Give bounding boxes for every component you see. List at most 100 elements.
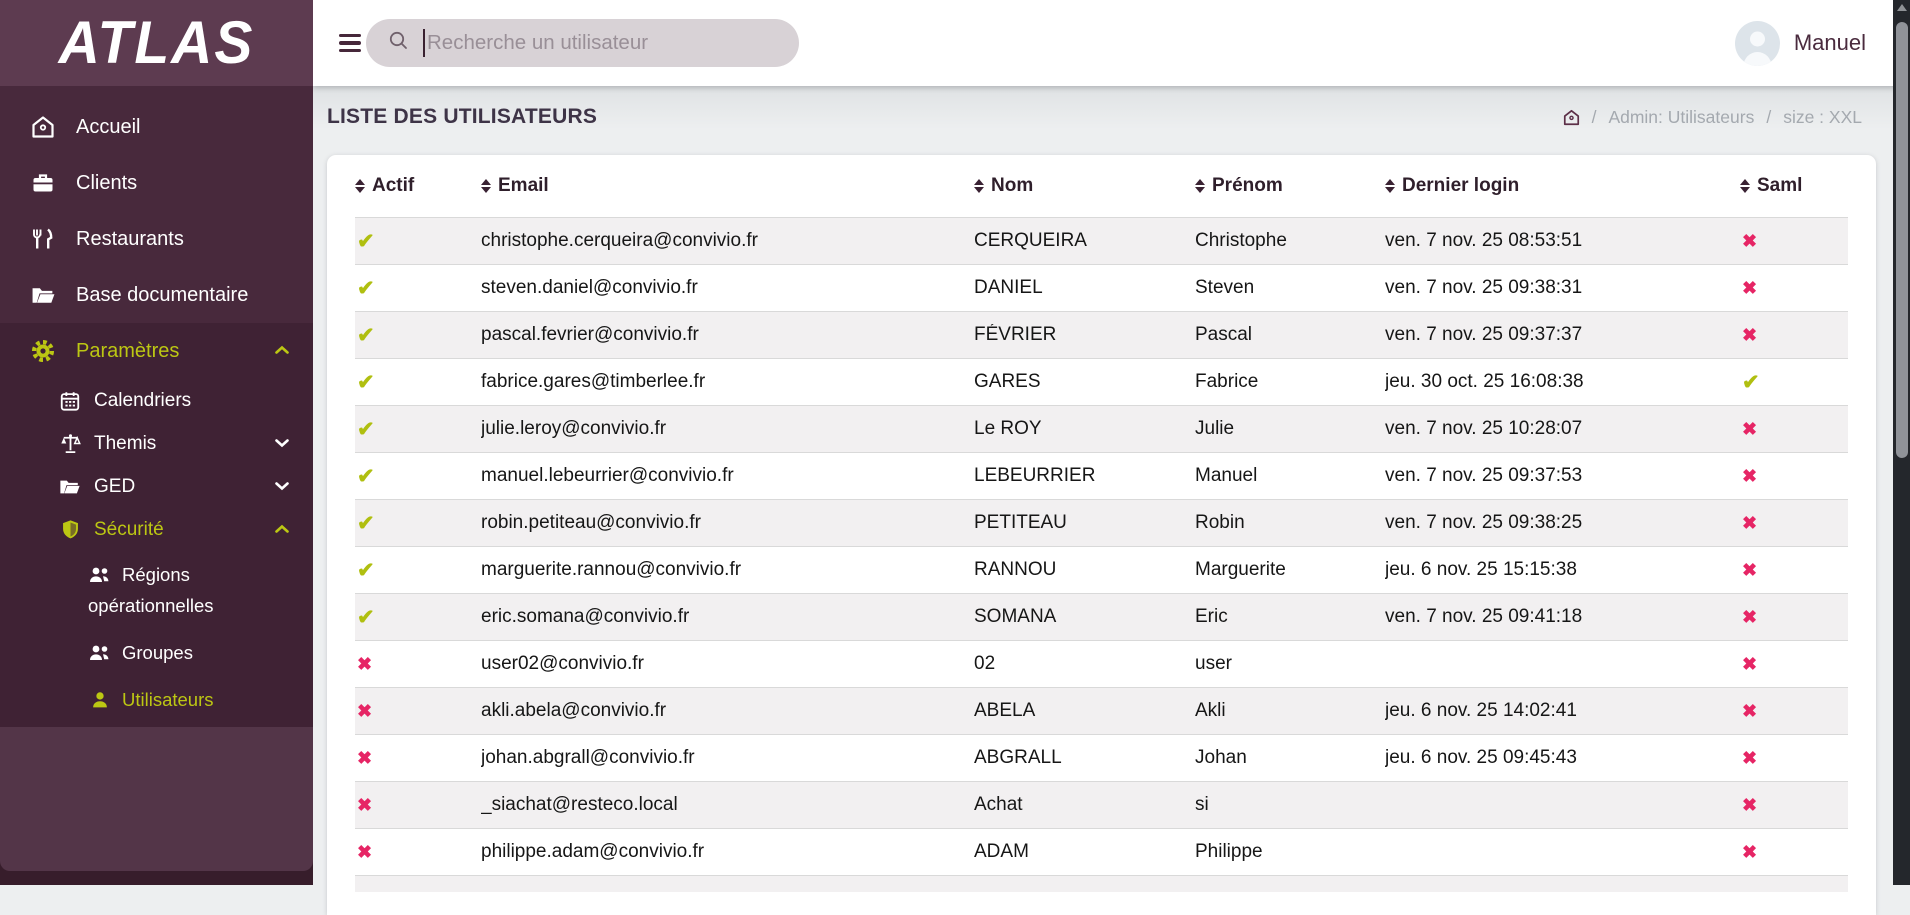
cell-nom: 02 (974, 653, 996, 674)
table-row[interactable]: ✔ marguerite.rannou@convivio.fr RANNOU M… (355, 546, 1848, 593)
saml-status-icon: ✖ (1742, 747, 1758, 768)
sidebar-item-clients[interactable]: Clients (0, 155, 313, 211)
cell-nom: Achat (974, 794, 1023, 815)
actif-status-icon: ✔ (357, 605, 375, 629)
table-row[interactable]: ✔ steven.daniel@convivio.fr DANIEL Steve… (355, 264, 1848, 311)
cell-email: user02@convivio.fr (481, 653, 644, 674)
actif-status-icon: ✖ (357, 841, 373, 862)
cell-prenom: Philippe (1195, 841, 1263, 862)
table-row[interactable]: ✔ eric.somana@convivio.fr SOMANA Eric ve… (355, 593, 1848, 640)
table-row[interactable]: ✔ pascal.fevrier@convivio.fr FÉVRIER Pas… (355, 311, 1848, 358)
saml-status-icon: ✖ (1742, 418, 1758, 439)
actif-status-icon: ✔ (357, 511, 375, 535)
hamburger-menu-icon[interactable] (339, 34, 361, 52)
table-row[interactable]: ✖ akli.abela@convivio.fr ABELA Akli jeu.… (355, 687, 1848, 734)
cell-prenom: si (1195, 794, 1209, 815)
sidebar-item-securite[interactable]: Sécurité (0, 508, 313, 551)
scroll-up-arrow-icon[interactable] (1896, 4, 1907, 11)
calendar-icon (58, 389, 82, 413)
table-row[interactable]: ✔ julie.leroy@convivio.fr Le ROY Julie v… (355, 405, 1848, 452)
sidebar-item-regions-operationnelles[interactable]: Régions opérationnelles (0, 551, 313, 629)
actif-status-icon: ✖ (357, 794, 373, 815)
chevron-up-icon (275, 345, 289, 357)
sidebar-item-restaurants[interactable]: Restaurants (0, 211, 313, 267)
cell-nom: LEBEURRIER (974, 465, 1096, 486)
cell-prenom: Akli (1195, 700, 1226, 721)
sidebar-item-utilisateurs[interactable]: Utilisateurs (0, 676, 313, 723)
sidebar-item-calendriers[interactable]: Calendriers (0, 379, 313, 422)
table-row[interactable]: ✔ christophe.cerqueira@convivio.fr CERQU… (355, 217, 1848, 264)
sort-icon (1385, 178, 1395, 194)
table-header-email[interactable]: Email (481, 175, 974, 197)
search-icon (388, 30, 409, 56)
sidebar-item-label: Sécurité (94, 518, 164, 540)
scales-icon (58, 432, 82, 456)
scrollbar-thumb[interactable] (1895, 22, 1908, 458)
logo[interactable]: ATLAS (0, 0, 313, 86)
cell-email: philippe.adam@convivio.fr (481, 841, 705, 862)
cell-email: robin.petiteau@convivio.fr (481, 512, 701, 533)
sort-icon (1740, 178, 1750, 194)
search-input[interactable] (427, 31, 781, 55)
cutlery-icon (30, 226, 56, 252)
table-row[interactable]: ✖ johan.abgrall@convivio.fr ABGRALL Joha… (355, 734, 1848, 781)
breadcrumb-bar: LISTE DES UTILISATEURS / Admin: Utilisat… (313, 86, 1910, 148)
table-header-dernier-login[interactable]: Dernier login (1385, 175, 1740, 197)
cell-nom: GARES (974, 371, 1041, 392)
cell-nom: ADAM (974, 841, 1029, 862)
table-row[interactable]: ✔ fabrice.gares@timberlee.fr GARES Fabri… (355, 358, 1848, 405)
cell-prenom: Fabrice (1195, 371, 1259, 392)
cell-prenom: Johan (1195, 747, 1247, 768)
briefcase-icon (30, 170, 56, 196)
sidebar-nav: Accueil Clients Restaurants Base documen… (0, 86, 313, 885)
cell-nom: DANIEL (974, 277, 1043, 298)
table-row[interactable]: ✔ manuel.lebeurrier@convivio.fr LEBEURRI… (355, 452, 1848, 499)
cell-dernier-login: ven. 7 nov. 25 08:53:51 (1385, 230, 1583, 251)
sidebar-item-groupes[interactable]: Groupes (0, 629, 313, 676)
sidebar-item-ged[interactable]: GED (0, 465, 313, 508)
search-bar[interactable] (366, 19, 799, 67)
table-header-actif[interactable]: Actif (355, 175, 481, 197)
saml-status-icon: ✖ (1742, 700, 1758, 721)
user-menu[interactable]: Manuel (1734, 0, 1866, 86)
cell-nom: FÉVRIER (974, 324, 1057, 345)
cell-nom: RANNOU (974, 559, 1057, 580)
sidebar-item-themis[interactable]: Themis (0, 422, 313, 465)
table-header-prenom[interactable]: Prénom (1195, 175, 1385, 197)
actif-status-icon: ✖ (357, 747, 373, 768)
saml-status-icon: ✔ (1742, 370, 1760, 394)
table-body: ✔ christophe.cerqueira@convivio.fr CERQU… (355, 217, 1848, 875)
home-icon[interactable] (1563, 109, 1580, 126)
actif-status-icon: ✖ (357, 653, 373, 674)
users-icon (88, 642, 112, 664)
folder-open-icon (30, 282, 56, 308)
chevron-up-icon (275, 524, 289, 536)
breadcrumb-item-size[interactable]: size : XXL (1783, 107, 1862, 128)
table-row[interactable]: ✖ user02@convivio.fr 02 user ✖ (355, 640, 1848, 687)
vertical-scrollbar[interactable] (1893, 0, 1910, 885)
table-header-saml[interactable]: Saml (1740, 175, 1848, 197)
saml-status-icon: ✖ (1742, 559, 1758, 580)
sidebar-item-parametres[interactable]: Paramètres (0, 323, 313, 379)
table-header-nom[interactable]: Nom (974, 175, 1195, 197)
cell-dernier-login: ven. 7 nov. 25 09:38:25 (1385, 512, 1583, 533)
table-row[interactable]: ✖ philippe.adam@convivio.fr ADAM Philipp… (355, 828, 1848, 875)
avatar (1734, 20, 1780, 66)
actif-status-icon: ✔ (357, 558, 375, 582)
cell-dernier-login: ven. 7 nov. 25 10:28:07 (1385, 418, 1583, 439)
sort-icon (1195, 178, 1205, 194)
sidebar-item-label: Clients (76, 171, 138, 194)
saml-status-icon: ✖ (1742, 606, 1758, 627)
cell-dernier-login: ven. 7 nov. 25 09:37:37 (1385, 324, 1583, 345)
actif-status-icon: ✔ (357, 370, 375, 394)
table-row[interactable]: ✔ robin.petiteau@convivio.fr PETITEAU Ro… (355, 499, 1848, 546)
breadcrumb-item-admin-utilisateurs[interactable]: Admin: Utilisateurs (1608, 107, 1754, 128)
sidebar-item-accueil[interactable]: Accueil (0, 99, 313, 155)
sidebar-item-base-documentaire[interactable]: Base documentaire (0, 267, 313, 323)
cell-prenom: Marguerite (1195, 559, 1286, 580)
cell-email: marguerite.rannou@convivio.fr (481, 559, 742, 580)
cell-dernier-login: ven. 7 nov. 25 09:41:18 (1385, 606, 1583, 627)
table-row[interactable]: ✖ _siachat@resteco.local Achat si ✖ (355, 781, 1848, 828)
shield-icon (58, 518, 82, 542)
cell-prenom: Christophe (1195, 230, 1287, 251)
